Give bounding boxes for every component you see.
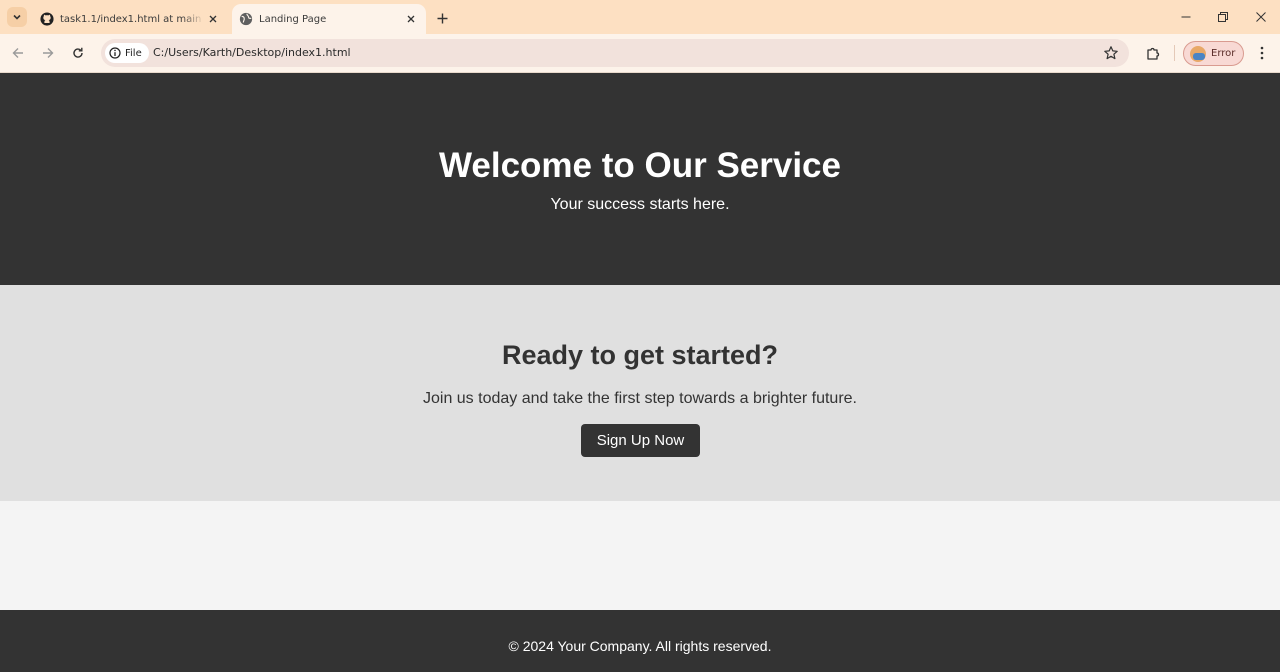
url-text[interactable]: C:/Users/Karth/Desktop/index1.html <box>153 46 351 59</box>
profile-status-label: Error <box>1211 48 1236 59</box>
sign-up-button[interactable]: Sign Up Now <box>581 424 700 457</box>
chevron-down-icon <box>13 14 21 20</box>
hero-subtitle: Your success starts here. <box>550 196 730 213</box>
toolbar-divider <box>1174 45 1175 61</box>
plus-icon <box>437 13 447 23</box>
puzzle-icon <box>1146 47 1159 60</box>
browser-toolbar: File C:/Users/Karth/Desktop/index1.html <box>0 34 1280 73</box>
close-icon <box>1256 12 1266 22</box>
site-info-chip[interactable]: File <box>105 43 149 63</box>
tab-strip: task1.1/index1.html at main · br Landing… <box>0 0 1280 34</box>
minimize-button[interactable] <box>1174 6 1198 28</box>
tab-github[interactable]: task1.1/index1.html at main · br <box>34 4 228 34</box>
arrow-right-icon <box>43 48 54 58</box>
reload-button[interactable] <box>67 42 89 64</box>
new-tab-button[interactable] <box>432 8 452 28</box>
footer-copyright: © 2024 Your Company. All rights reserved… <box>508 638 772 654</box>
browser-menu-button[interactable] <box>1254 42 1270 64</box>
cta-section: Ready to get started? Join us today and … <box>0 285 1280 501</box>
hero-title: Welcome to Our Service <box>438 146 841 185</box>
tab-title: Landing Page <box>259 13 327 25</box>
close-icon[interactable] <box>204 10 222 28</box>
tab-search-button[interactable] <box>7 7 27 27</box>
tab-title: task1.1/index1.html at main · br <box>60 13 204 25</box>
extensions-button[interactable] <box>1142 42 1164 64</box>
bookmark-star-icon[interactable] <box>1103 45 1119 61</box>
kebab-menu-icon <box>1260 46 1264 60</box>
reload-icon <box>73 47 83 58</box>
tab-landing-page[interactable]: Landing Page <box>232 4 426 34</box>
avatar <box>1190 45 1206 62</box>
restore-button[interactable] <box>1211 6 1235 28</box>
restore-icon <box>1218 12 1228 22</box>
cta-text: Join us today and take the first step to… <box>422 390 857 407</box>
minimize-icon <box>1181 16 1191 18</box>
back-button[interactable] <box>7 42 29 64</box>
page-footer: © 2024 Your Company. All rights reserved… <box>0 610 1280 672</box>
scheme-label: File <box>125 47 142 59</box>
github-icon <box>40 12 54 26</box>
forward-button[interactable] <box>37 42 59 64</box>
profile-button[interactable]: Error <box>1183 41 1244 66</box>
close-window-button[interactable] <box>1249 6 1273 28</box>
close-icon[interactable] <box>402 10 420 28</box>
globe-icon <box>239 12 253 26</box>
arrow-left-icon <box>12 48 23 58</box>
hero-section: Welcome to Our Service Your success star… <box>0 73 1280 285</box>
address-bar[interactable]: File C:/Users/Karth/Desktop/index1.html <box>101 39 1129 67</box>
info-icon <box>109 47 121 59</box>
cta-heading: Ready to get started? <box>501 340 779 370</box>
